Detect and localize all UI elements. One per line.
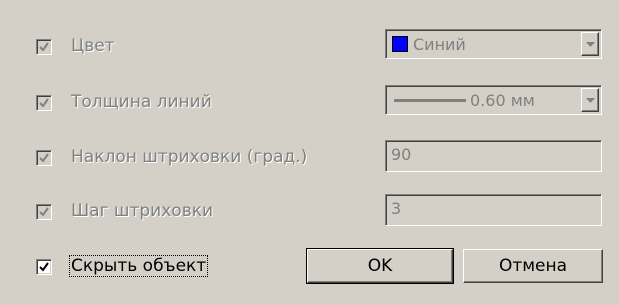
hide-object-checkbox[interactable] bbox=[36, 259, 52, 275]
checkmark-icon bbox=[39, 207, 49, 217]
ok-button[interactable]: OK bbox=[306, 248, 454, 284]
cancel-button[interactable]: Отмена bbox=[463, 249, 603, 283]
color-value: Синий bbox=[413, 34, 466, 54]
color-label: Цвет bbox=[71, 36, 115, 56]
color-checkbox[interactable] bbox=[36, 39, 52, 55]
hatch-step-input[interactable]: 3 bbox=[385, 194, 602, 226]
color-combobox[interactable]: Синий bbox=[385, 29, 602, 59]
line-width-value: 0.60 мм bbox=[470, 90, 535, 110]
chevron-down-icon bbox=[585, 97, 595, 103]
line-width-combobox[interactable]: 0.60 мм bbox=[385, 85, 602, 115]
hide-object-label: Скрыть объект bbox=[69, 255, 209, 277]
line-width-checkbox[interactable] bbox=[36, 95, 52, 111]
line-sample bbox=[394, 98, 466, 102]
line-width-dropdown-button[interactable] bbox=[581, 88, 599, 112]
hatch-angle-input[interactable]: 90 bbox=[385, 140, 602, 172]
color-swatch bbox=[392, 36, 408, 52]
line-width-label: Толщина линий bbox=[71, 92, 212, 112]
color-dropdown-button[interactable] bbox=[581, 32, 599, 56]
hatch-step-checkbox[interactable] bbox=[36, 204, 52, 220]
hatch-step-label: Шаг штриховки bbox=[71, 201, 214, 221]
hatch-angle-label: Наклон штриховки (град.) bbox=[71, 147, 308, 167]
hide-object-label-wrap[interactable]: Скрыть объект bbox=[69, 255, 209, 277]
checkmark-icon bbox=[39, 262, 49, 272]
checkmark-icon bbox=[39, 98, 49, 108]
checkmark-icon bbox=[39, 42, 49, 52]
checkmark-icon bbox=[39, 153, 49, 163]
chevron-down-icon bbox=[585, 41, 595, 47]
properties-dialog: Цвет Синий Толщина линий 0.60 мм Наклон … bbox=[0, 0, 619, 305]
hatch-angle-checkbox[interactable] bbox=[36, 150, 52, 166]
